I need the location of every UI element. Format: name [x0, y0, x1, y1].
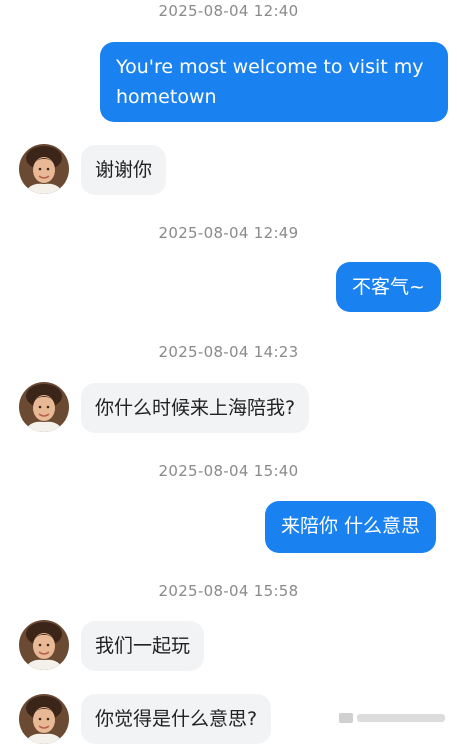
contact-avatar[interactable] [19, 694, 69, 744]
message-text: 你觉得是什么意思? [95, 708, 258, 730]
timestamp: 2025-08-04 15:58 [158, 582, 299, 600]
incoming-message-bubble[interactable]: 我们一起玩 [81, 621, 205, 671]
message-text: 不客气~ [352, 276, 425, 298]
contact-avatar[interactable] [19, 620, 69, 670]
timestamp: 2025-08-04 15:40 [158, 462, 299, 480]
outgoing-message-bubble[interactable]: 不客气~ [336, 262, 441, 312]
watermark [339, 713, 445, 723]
message-text: 谢谢你 [95, 159, 153, 181]
outgoing-message-bubble[interactable]: 来陪你 什么意思 [265, 501, 437, 553]
message-text: You're most welcome to visit my hometown [116, 56, 424, 108]
message-text: 你什么时候来上海陪我? [95, 397, 296, 419]
timestamp: 2025-08-04 12:40 [158, 2, 299, 20]
timestamp: 2025-08-04 14:23 [158, 343, 299, 361]
incoming-message-bubble[interactable]: 你觉得是什么意思? [81, 694, 272, 744]
message-text: 我们一起玩 [95, 635, 191, 657]
contact-avatar[interactable] [19, 144, 69, 194]
contact-avatar[interactable] [19, 382, 69, 432]
outgoing-message-bubble[interactable]: You're most welcome to visit my hometown [100, 42, 448, 122]
incoming-message-bubble[interactable]: 你什么时候来上海陪我? [81, 383, 310, 433]
timestamp: 2025-08-04 12:49 [158, 224, 299, 242]
incoming-message-bubble[interactable]: 谢谢你 [81, 145, 167, 195]
message-text: 来陪你 什么意思 [281, 515, 421, 537]
